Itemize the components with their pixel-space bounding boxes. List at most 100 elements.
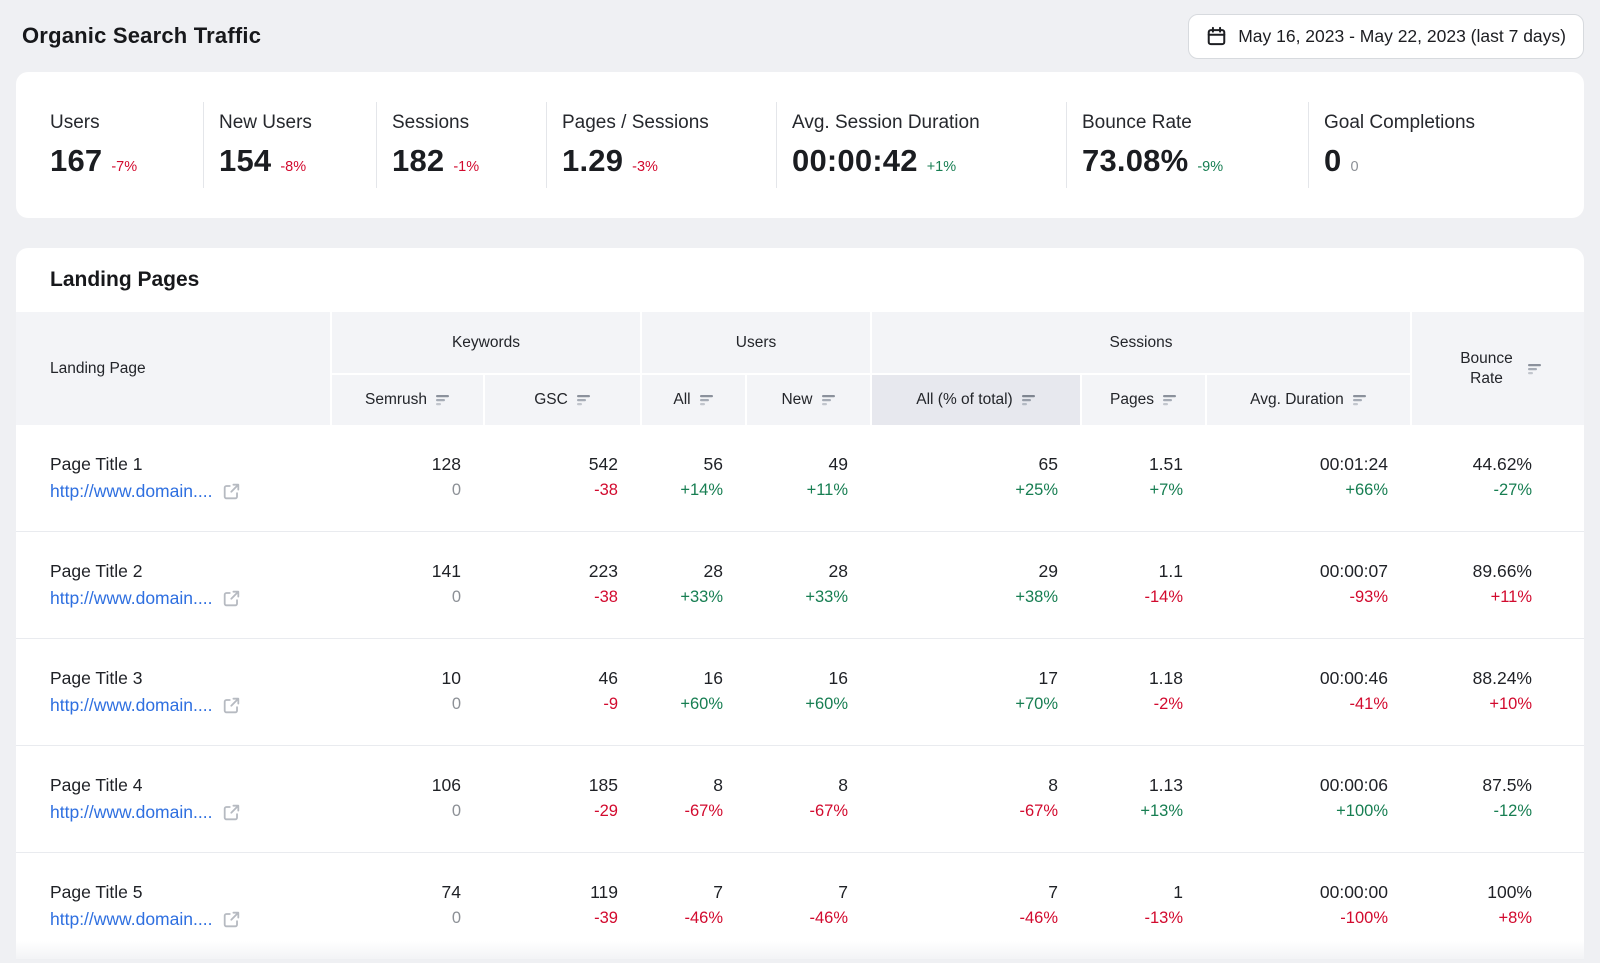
col-header-avg-duration[interactable]: Avg. Duration (1205, 373, 1410, 425)
kpi-delta: -9% (1197, 159, 1223, 175)
external-link-icon[interactable] (223, 911, 240, 928)
external-link-icon[interactable] (223, 804, 240, 821)
cell-pages: 1.1-14% (1080, 561, 1205, 609)
external-link-icon[interactable] (223, 697, 240, 714)
kpi-value: 182 (392, 143, 444, 179)
landing-page-cell: Page Title 5 http://www.domain.... (16, 882, 330, 930)
sort-icon (700, 394, 714, 406)
cell-semrush: 1280 (330, 454, 483, 502)
cell-avg-duration: 00:00:06+100% (1205, 775, 1410, 823)
col-header-sessions-all[interactable]: All (% of total) (870, 373, 1080, 425)
cell-gsc: 119-39 (483, 882, 640, 930)
page-title-text: Page Title 4 (50, 775, 330, 796)
cell-bounce-rate: 44.62%-27% (1410, 454, 1584, 502)
kpi-delta: +1% (927, 159, 956, 175)
sort-icon-active (1022, 394, 1036, 406)
kpi-value: 00:00:42 (792, 143, 918, 179)
page-url-link[interactable]: http://www.domain.... (50, 909, 212, 930)
sort-icon (1353, 394, 1367, 406)
col-header-semrush[interactable]: Semrush (330, 373, 483, 425)
page-title-text: Page Title 3 (50, 668, 330, 689)
landing-page-cell: Page Title 2 http://www.domain.... (16, 561, 330, 609)
calendar-icon (1206, 26, 1227, 47)
kpi-goal-completions: Goal Completions 00 (1308, 102, 1584, 188)
table-row: Page Title 5 http://www.domain.... 740 1… (16, 853, 1584, 960)
landing-page-cell: Page Title 4 http://www.domain.... (16, 775, 330, 823)
col-header-landing-page: Landing Page (16, 312, 330, 425)
date-range-button[interactable]: May 16, 2023 - May 22, 2023 (last 7 days… (1188, 14, 1584, 59)
cell-pages: 1.13+13% (1080, 775, 1205, 823)
group-header-users: Users (640, 312, 870, 373)
col-header-users-all[interactable]: All (640, 373, 745, 425)
kpi-delta: -7% (111, 159, 137, 175)
page-title-text: Page Title 2 (50, 561, 330, 582)
cell-sessions-all: 29+38% (870, 561, 1080, 609)
cell-bounce-rate: 100%+8% (1410, 882, 1584, 930)
cell-users-new: 28+33% (745, 561, 870, 609)
kpi-sessions: Sessions 182-1% (376, 102, 546, 188)
cell-sessions-all: 8-67% (870, 775, 1080, 823)
cell-gsc: 185-29 (483, 775, 640, 823)
col-header-pages[interactable]: Pages (1080, 373, 1205, 425)
table-header: Landing Page Keywords Users Sessions Bou… (16, 312, 1584, 425)
kpi-value: 73.08% (1082, 143, 1188, 179)
kpi-value: 1.29 (562, 143, 623, 179)
col-header-bounce-rate[interactable]: Bounce Rate (1410, 312, 1584, 425)
table-row: Page Title 3 http://www.domain.... 100 4… (16, 639, 1584, 746)
sort-icon (436, 394, 450, 406)
cell-semrush: 100 (330, 668, 483, 716)
kpi-value: 167 (50, 143, 102, 179)
cell-users-new: 8-67% (745, 775, 870, 823)
kpi-users: Users 167-7% (16, 102, 203, 188)
page-url-link[interactable]: http://www.domain.... (50, 695, 212, 716)
kpi-pages-per-session: Pages / Sessions 1.29-3% (546, 102, 776, 188)
kpi-avg-session-duration: Avg. Session Duration 00:00:42+1% (776, 102, 1066, 188)
external-link-icon[interactable] (223, 590, 240, 607)
cell-sessions-all: 7-46% (870, 882, 1080, 930)
landing-pages-title: Landing Pages (16, 248, 1584, 312)
cell-semrush: 1060 (330, 775, 483, 823)
table-row: Page Title 4 http://www.domain.... 1060 … (16, 746, 1584, 853)
sort-icon (822, 394, 836, 406)
page-url-link[interactable]: http://www.domain.... (50, 481, 212, 502)
sort-icon (577, 394, 591, 406)
cell-pages: 1.18-2% (1080, 668, 1205, 716)
table-row: Page Title 2 http://www.domain.... 1410 … (16, 532, 1584, 639)
kpi-delta: -8% (280, 159, 306, 175)
cell-users-all: 28+33% (640, 561, 745, 609)
page-title-text: Page Title 1 (50, 454, 330, 475)
kpi-delta: -3% (632, 159, 658, 175)
page-url-link[interactable]: http://www.domain.... (50, 802, 212, 823)
page-title: Organic Search Traffic (16, 23, 261, 49)
cell-bounce-rate: 87.5%-12% (1410, 775, 1584, 823)
cell-pages: 1.51+7% (1080, 454, 1205, 502)
kpi-value: 154 (219, 143, 271, 179)
cell-users-new: 7-46% (745, 882, 870, 930)
table-row: Page Title 1 http://www.domain.... 1280 … (16, 425, 1584, 532)
cell-sessions-all: 65+25% (870, 454, 1080, 502)
cell-gsc: 542-38 (483, 454, 640, 502)
cell-gsc: 46-9 (483, 668, 640, 716)
landing-pages-panel: Landing Pages Landing Page Keywords User… (16, 248, 1584, 960)
cell-sessions-all: 17+70% (870, 668, 1080, 716)
landing-page-cell: Page Title 1 http://www.domain.... (16, 454, 330, 502)
cell-gsc: 223-38 (483, 561, 640, 609)
cell-avg-duration: 00:00:07-93% (1205, 561, 1410, 609)
sort-icon (1528, 363, 1542, 375)
cell-semrush: 1410 (330, 561, 483, 609)
page-url-link[interactable]: http://www.domain.... (50, 588, 212, 609)
kpi-new-users: New Users 154-8% (203, 102, 376, 188)
col-header-gsc[interactable]: GSC (483, 373, 640, 425)
group-header-sessions: Sessions (870, 312, 1410, 373)
col-header-users-new[interactable]: New (745, 373, 870, 425)
landing-page-cell: Page Title 3 http://www.domain.... (16, 668, 330, 716)
cell-users-all: 16+60% (640, 668, 745, 716)
cell-users-all: 8-67% (640, 775, 745, 823)
page-title-text: Page Title 5 (50, 882, 330, 903)
cell-pages: 1-13% (1080, 882, 1205, 930)
cell-semrush: 740 (330, 882, 483, 930)
external-link-icon[interactable] (223, 483, 240, 500)
cell-users-new: 16+60% (745, 668, 870, 716)
cell-avg-duration: 00:00:46-41% (1205, 668, 1410, 716)
kpi-delta: 0 (1350, 159, 1358, 175)
